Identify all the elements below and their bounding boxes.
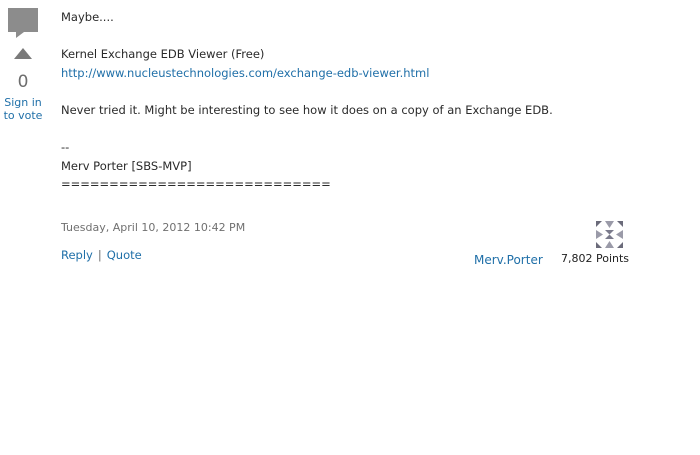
- to-vote-line: to vote: [3, 109, 43, 122]
- reply-link[interactable]: Reply: [61, 248, 93, 262]
- sign-in-to-vote-link[interactable]: Sign in to vote: [0, 96, 46, 122]
- post-actions: Reply | Quote: [61, 248, 142, 262]
- post-opening-text: Maybe....: [61, 10, 114, 24]
- identicon-avatar-icon[interactable]: [596, 221, 623, 248]
- author-name-link[interactable]: Merv.Porter: [474, 253, 543, 267]
- quote-link[interactable]: Quote: [107, 248, 142, 262]
- author-points: 7,802 Points: [561, 252, 630, 265]
- vote-count: 0: [17, 72, 29, 92]
- action-separator: |: [97, 248, 102, 262]
- product-title-text: Kernel Exchange EDB Viewer (Free): [61, 47, 265, 61]
- post-timestamp: Tuesday, April 10, 2012 10:42 PM: [61, 221, 246, 234]
- vote-up-icon[interactable]: [14, 48, 32, 59]
- signature-name: Merv Porter [SBS-MVP]: [61, 159, 192, 173]
- product-url-link[interactable]: http://www.nucleustechnologies.com/excha…: [61, 66, 429, 80]
- post-comment-text: Never tried it. Might be interesting to …: [61, 103, 553, 117]
- comment-bubble-icon: [8, 8, 38, 38]
- sign-in-line: Sign in: [4, 96, 42, 109]
- signature-rule: ============================: [61, 177, 331, 191]
- signature-dashes: --: [61, 140, 70, 154]
